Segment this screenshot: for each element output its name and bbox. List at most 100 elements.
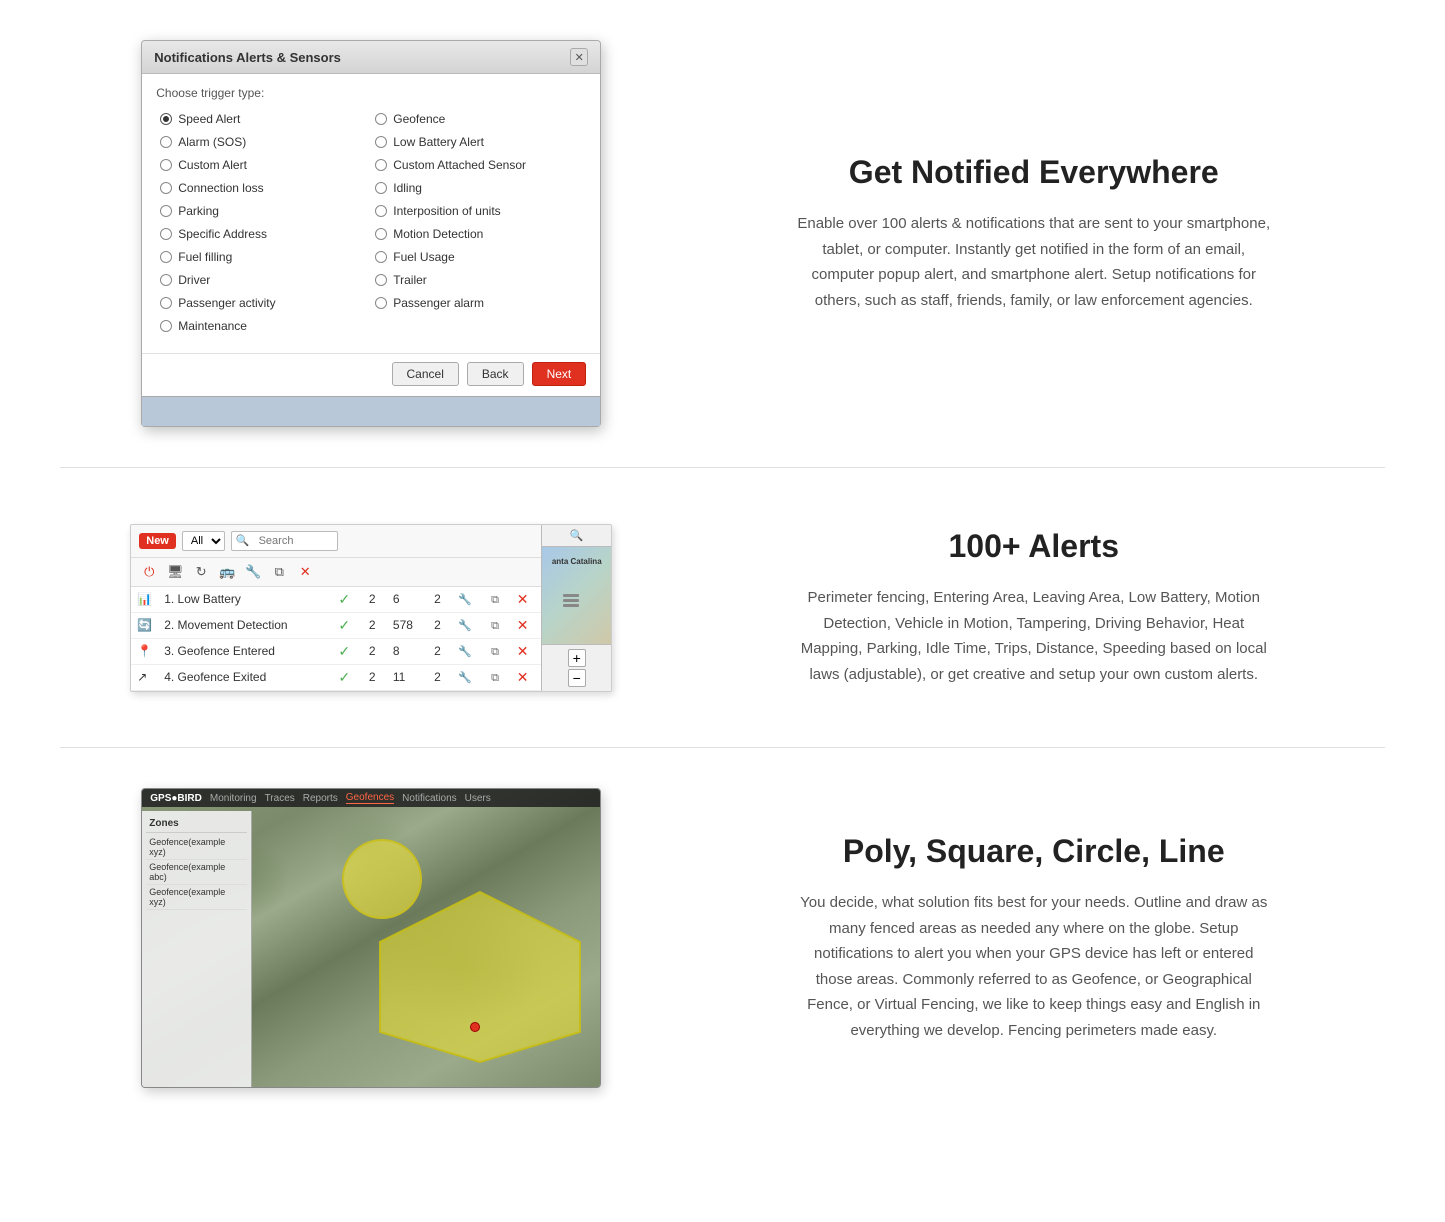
- row-copy-4[interactable]: ⧉: [485, 664, 511, 690]
- radio-driver[interactable]: [160, 274, 172, 286]
- geo-tab-users[interactable]: Users: [465, 793, 491, 804]
- geo-sidebar-row[interactable]: Geofence(example xyz): [146, 835, 247, 860]
- radio-geofence[interactable]: [375, 113, 387, 125]
- row-copy-2[interactable]: ⧉: [485, 612, 511, 638]
- dialog-option-driver[interactable]: Driver: [156, 271, 371, 289]
- radio-passenger[interactable]: [160, 297, 172, 309]
- row-settings-4[interactable]: 🔧: [452, 664, 485, 690]
- section3-image: GPS●BIRD Monitoring Traces Reports Geofe…: [60, 788, 683, 1088]
- layers-svg: [562, 593, 580, 609]
- radio-fuel[interactable]: [160, 251, 172, 263]
- dialog-option-idling[interactable]: Idling: [371, 179, 586, 197]
- radio-address[interactable]: [160, 228, 172, 240]
- dialog-option-passalarm[interactable]: Passenger alarm: [371, 294, 586, 312]
- alerts-table-panel: New All 🔍 ⏻ 🖥 ↻ 🚌 🔧 ⧉ ✕: [131, 525, 541, 691]
- option-label-idling: Idling: [393, 181, 422, 195]
- dialog-option-lowbattery[interactable]: Low Battery Alert: [371, 133, 586, 151]
- geo-map: GPS●BIRD Monitoring Traces Reports Geofe…: [141, 788, 601, 1088]
- option-label-passalarm: Passenger alarm: [393, 296, 484, 310]
- map-layers-icon[interactable]: [562, 593, 580, 614]
- radio-lowbattery[interactable]: [375, 136, 387, 148]
- refresh-icon[interactable]: ↻: [191, 562, 211, 582]
- dialog-option-fuelusage[interactable]: Fuel Usage: [371, 248, 586, 266]
- row-col3-4: 2: [428, 664, 452, 690]
- row-check-3: ✓: [332, 638, 363, 664]
- map-search-icon[interactable]: 🔍: [570, 529, 584, 542]
- zoom-in-button[interactable]: +: [568, 649, 586, 667]
- bus-icon[interactable]: 🚌: [217, 562, 237, 582]
- option-label-address: Specific Address: [178, 227, 267, 241]
- dialog-option-geofence[interactable]: Geofence: [371, 110, 586, 128]
- dialog-option-parking[interactable]: Parking: [156, 202, 371, 220]
- dialog-option-custom[interactable]: Custom Alert: [156, 156, 371, 174]
- radio-motion[interactable]: [375, 228, 387, 240]
- radio-custom[interactable]: [160, 159, 172, 171]
- dialog-option-trailer[interactable]: Trailer: [371, 271, 586, 289]
- option-label-geofence: Geofence: [393, 112, 445, 126]
- dialog-options-grid: Speed Alert Geofence Alarm (SOS) Low Bat…: [156, 110, 586, 335]
- option-label-attachsensor: Custom Attached Sensor: [393, 158, 526, 172]
- row-col2-3: 8: [387, 638, 428, 664]
- row-label-1: 1. Low Battery: [158, 587, 332, 613]
- option-label-fuelusage: Fuel Usage: [393, 250, 454, 264]
- option-label-driver: Driver: [178, 273, 210, 287]
- row-settings-1[interactable]: 🔧: [452, 587, 485, 613]
- dialog-option-passenger[interactable]: Passenger activity: [156, 294, 371, 312]
- row-delete-1[interactable]: ✕: [511, 587, 542, 613]
- dialog-option-connection[interactable]: Connection loss: [156, 179, 371, 197]
- filter-select[interactable]: All: [182, 531, 225, 551]
- radio-connection[interactable]: [160, 182, 172, 194]
- option-label-motion: Motion Detection: [393, 227, 483, 241]
- dialog-option-fuel[interactable]: Fuel filling: [156, 248, 371, 266]
- geo-sidebar-row[interactable]: Geofence(example xyz): [146, 885, 247, 910]
- delete-icon[interactable]: ✕: [295, 562, 315, 582]
- row-col1-1: 2: [363, 587, 387, 613]
- row-settings-3[interactable]: 🔧: [452, 638, 485, 664]
- radio-fuelusage[interactable]: [375, 251, 387, 263]
- section2-description: Perimeter fencing, Entering Area, Leavin…: [794, 585, 1274, 687]
- radio-trailer[interactable]: [375, 274, 387, 286]
- radio-maintenance[interactable]: [160, 320, 172, 332]
- zoom-out-button[interactable]: −: [568, 669, 586, 687]
- radio-speed[interactable]: [160, 113, 172, 125]
- dialog-option-interposition[interactable]: Interposition of units: [371, 202, 586, 220]
- dialog-close-button[interactable]: ✕: [570, 48, 588, 66]
- radio-passalarm[interactable]: [375, 297, 387, 309]
- power-icon[interactable]: ⏻: [139, 562, 159, 582]
- geo-tab-monitoring[interactable]: Monitoring: [210, 793, 257, 804]
- cancel-button[interactable]: Cancel: [392, 362, 459, 386]
- row-check-1: ✓: [332, 587, 363, 613]
- row-settings-2[interactable]: 🔧: [452, 612, 485, 638]
- row-delete-4[interactable]: ✕: [511, 664, 542, 690]
- wrench-icon[interactable]: 🔧: [243, 562, 263, 582]
- dialog-option-motion[interactable]: Motion Detection: [371, 225, 586, 243]
- radio-attachsensor[interactable]: [375, 159, 387, 171]
- geo-tab-geofences[interactable]: Geofences: [346, 792, 394, 804]
- dialog-option-address[interactable]: Specific Address: [156, 225, 371, 243]
- geo-sidebar-row[interactable]: Geofence(example abc): [146, 860, 247, 885]
- radio-interposition[interactable]: [375, 205, 387, 217]
- geo-tab-notifications[interactable]: Notifications: [402, 793, 456, 804]
- row-copy-3[interactable]: ⧉: [485, 638, 511, 664]
- monitor-icon[interactable]: 🖥: [165, 562, 185, 582]
- geo-tab-traces[interactable]: Traces: [265, 793, 295, 804]
- search-input[interactable]: [253, 533, 333, 549]
- next-button[interactable]: Next: [532, 362, 587, 386]
- map-area: anta Catalina: [542, 547, 611, 644]
- dialog-option-speed[interactable]: Speed Alert: [156, 110, 371, 128]
- back-button[interactable]: Back: [467, 362, 524, 386]
- dialog-option-alarm[interactable]: Alarm (SOS): [156, 133, 371, 151]
- option-label-fuel: Fuel filling: [178, 250, 232, 264]
- row-delete-2[interactable]: ✕: [511, 612, 542, 638]
- row-delete-3[interactable]: ✕: [511, 638, 542, 664]
- radio-parking[interactable]: [160, 205, 172, 217]
- row-copy-1[interactable]: ⧉: [485, 587, 511, 613]
- dialog-option-maintenance[interactable]: Maintenance: [156, 317, 371, 335]
- geo-tab-reports[interactable]: Reports: [303, 793, 338, 804]
- section2-image: New All 🔍 ⏻ 🖥 ↻ 🚌 🔧 ⧉ ✕: [60, 524, 683, 692]
- radio-idling[interactable]: [375, 182, 387, 194]
- copy-action-icon[interactable]: ⧉: [269, 562, 289, 582]
- dialog-option-attachsensor[interactable]: Custom Attached Sensor: [371, 156, 586, 174]
- row-col2-2: 578: [387, 612, 428, 638]
- radio-alarm[interactable]: [160, 136, 172, 148]
